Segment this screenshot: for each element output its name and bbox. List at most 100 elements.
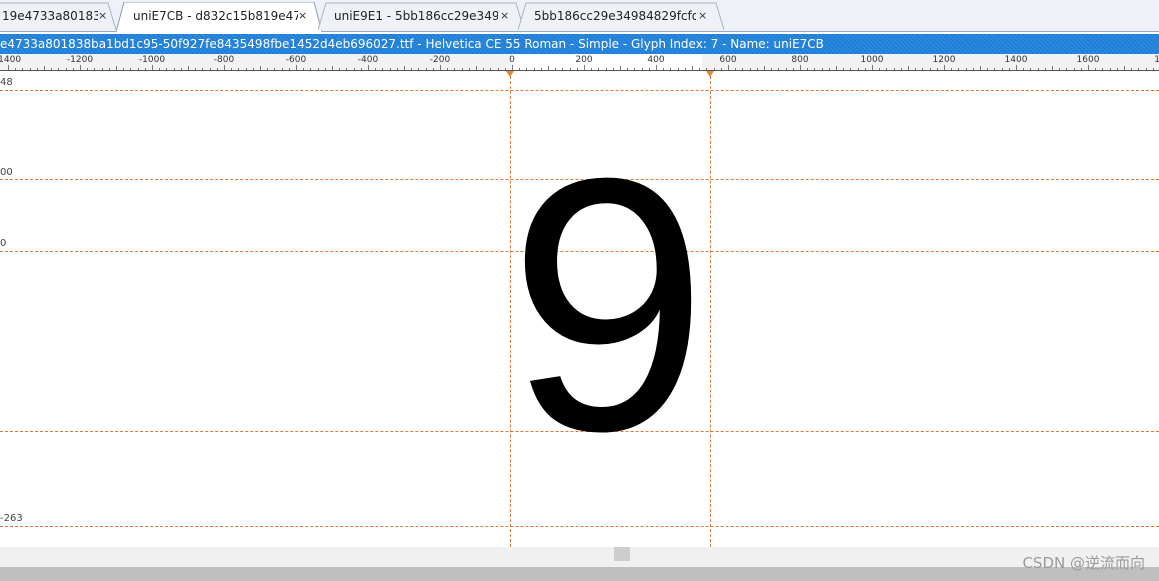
ruler-tick [339, 68, 340, 70]
ruler-tick [318, 68, 319, 70]
ruler-tick [152, 65, 153, 70]
tab-font-file-4[interactable]: 5bb186cc29e34984829fcfde × [518, 2, 724, 30]
ruler-tick [865, 68, 866, 70]
ruler-tick [908, 66, 909, 70]
ruler-tick [80, 65, 81, 70]
ruler-tick [764, 66, 765, 70]
ruler-tick [735, 68, 736, 70]
ruler-tick [116, 66, 117, 70]
tab-font-file-1[interactable]: 19e4733a801838 × [0, 2, 116, 30]
ruler-tick [1110, 68, 1111, 70]
advance-width-marker[interactable] [706, 71, 714, 77]
ruler-tick [433, 68, 434, 70]
ruler-tick [1009, 68, 1010, 70]
ruler-tick [1066, 68, 1067, 70]
ruler-tick [656, 65, 657, 70]
tab-label: uniE9E1 - 5bb186cc29e349 [334, 9, 498, 23]
ruler-tick [663, 68, 664, 70]
ruler-tick [512, 65, 513, 70]
ruler-tick [87, 68, 88, 70]
close-icon[interactable]: × [98, 3, 107, 29]
ruler-tick [534, 68, 535, 70]
metric-label-ascender: 48 [0, 77, 13, 88]
ruler-tick [145, 68, 146, 70]
ruler-tick [1016, 65, 1017, 70]
ruler-tick [555, 68, 556, 70]
ruler-tick [202, 68, 203, 70]
ruler-tick [66, 68, 67, 70]
ruler-tick [987, 68, 988, 70]
ruler-tick [793, 68, 794, 70]
ruler-tick [1095, 68, 1096, 70]
ruler-tick [634, 68, 635, 70]
ruler-tick [274, 68, 275, 70]
ruler-tick [44, 66, 45, 70]
ruler-tick [786, 68, 787, 70]
ruler-tick [210, 68, 211, 70]
ruler-tick [354, 68, 355, 70]
tab-uniE9E1[interactable]: uniE9E1 - 5bb186cc29e349 × [318, 2, 524, 30]
ruler-tick [1045, 68, 1046, 70]
ruler-tick [850, 68, 851, 70]
glyph-outline[interactable]: 9 [508, 125, 708, 485]
ruler-tick [476, 66, 477, 70]
ruler-tick [627, 68, 628, 70]
ruler-tick [418, 68, 419, 70]
ruler-tick [447, 68, 448, 70]
ruler-tick [822, 68, 823, 70]
ruler-tick [1124, 66, 1125, 70]
ruler-tick [872, 65, 873, 70]
ruler-tick [1030, 68, 1031, 70]
ruler-tick [181, 68, 182, 70]
ruler-tick [325, 68, 326, 70]
ruler-tick [94, 68, 95, 70]
metric-label-cap-height: 00 [0, 167, 13, 178]
ruler-tick [915, 68, 916, 70]
ruler-tick [577, 68, 578, 70]
ruler-tick [994, 68, 995, 70]
ruler-tick [224, 65, 225, 70]
ruler-tick [1102, 68, 1103, 70]
ruler-tick [584, 65, 585, 70]
close-icon[interactable]: × [298, 3, 307, 29]
ruler-tick [685, 68, 686, 70]
ruler-tick [490, 68, 491, 70]
ruler-tick [130, 68, 131, 70]
ruler-tick [8, 65, 9, 70]
ruler-tick [1002, 68, 1003, 70]
ruler-tick [1146, 68, 1147, 70]
metric-label-x-height: 0 [0, 238, 7, 249]
ruler-tick [411, 68, 412, 70]
tab-uniE7CB[interactable]: uniE7CB - d832c15b819e47 × [116, 2, 322, 32]
ruler-tick [980, 66, 981, 70]
left-sidebearing-marker[interactable] [506, 71, 514, 77]
ruler-tick [1081, 68, 1082, 70]
horizontal-scrollbar[interactable] [0, 547, 1159, 567]
scrollbar-thumb[interactable] [614, 547, 630, 561]
tab-label: uniE7CB - d832c15b819e47 [133, 9, 298, 23]
ruler-tick [454, 68, 455, 70]
ruler-tick [1052, 66, 1053, 70]
ruler-tick [678, 68, 679, 70]
close-icon[interactable]: × [500, 3, 509, 29]
ruler-tick [886, 68, 887, 70]
ruler-tick [814, 68, 815, 70]
watermark: CSDN @逆流而向 [1022, 554, 1145, 572]
guideline-ascender [0, 90, 1159, 91]
ruler-tick [462, 68, 463, 70]
ruler-tick [22, 68, 23, 70]
ruler-tick [526, 68, 527, 70]
ruler-tick [253, 68, 254, 70]
horizontal-ruler: -1400-1200-1000-800-600-400-200020040060… [0, 54, 1159, 71]
ruler-tick [361, 68, 362, 70]
close-icon[interactable]: × [698, 3, 707, 29]
advance-width-line[interactable] [710, 71, 711, 547]
ruler-tick [750, 68, 751, 70]
ruler-tick [1038, 68, 1039, 70]
ruler-tick [670, 68, 671, 70]
ruler-tick [721, 68, 722, 70]
ruler-tick [102, 68, 103, 70]
ruler-tick [174, 68, 175, 70]
ruler-tick [1138, 68, 1139, 70]
glyph-title-bar: e4733a801838ba1bd1c95-50f927fe8435498fbe… [0, 34, 1159, 54]
